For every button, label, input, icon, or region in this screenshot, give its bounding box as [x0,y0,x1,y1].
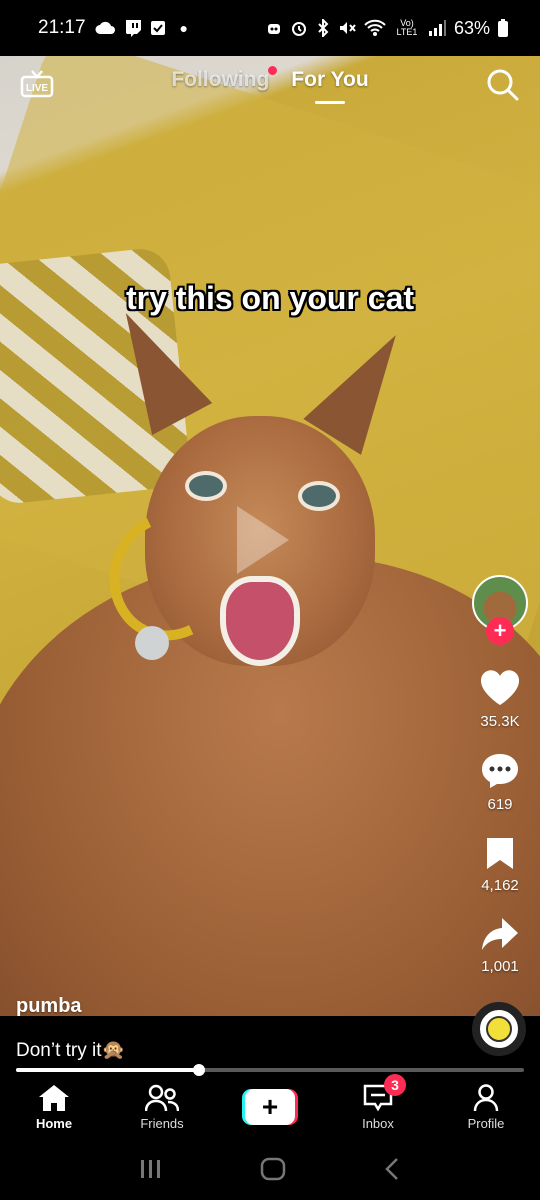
mute-icon [339,22,356,34]
bookmark-button[interactable]: 4,162 [481,835,519,894]
nav-inbox-label: Inbox [362,1115,394,1131]
profile-icon [473,1083,499,1111]
bookmark-icon [486,838,513,869]
create-button[interactable]: + [242,1089,298,1125]
nav-friends[interactable]: Friends [108,1076,216,1138]
home-icon [39,1084,69,1111]
progress-fill [16,1068,199,1072]
wifi-icon [364,19,386,36]
top-nav: LIVE Following For You [0,56,540,116]
signal-icon [428,20,446,36]
nav-profile-label: Profile [467,1115,505,1131]
friends-icon [145,1084,179,1111]
feed-tabs: Following For You [0,66,540,104]
follow-button[interactable]: + [486,617,514,645]
inbox-badge: 3 [384,1074,406,1096]
nav-friends-label: Friends [140,1115,184,1131]
active-tab-indicator [314,101,345,104]
nav-home-label: Home [35,1115,73,1131]
comment-icon [482,754,518,788]
alarm-icon [291,22,306,36]
recent-apps-icon[interactable] [139,1158,163,1180]
bookmark-count: 4,162 [481,877,519,894]
video-player[interactable] [0,56,540,1016]
robot-icon [267,24,280,34]
collar-tag [135,626,169,660]
plus-icon: + [245,1089,295,1125]
tab-for-you[interactable]: For You [291,68,369,104]
play-icon[interactable] [237,506,289,574]
cat-mouth [220,576,300,666]
cat-eye [298,481,340,511]
search-icon[interactable] [486,68,520,102]
action-rail: + 35.3K 619 4,162 1,001 [470,575,530,975]
volte-icon: Vo) LTE1 [396,18,418,37]
bottom-nav: Home Friends + 3 Inbox Profile [0,1074,540,1138]
twitch-icon [125,20,141,37]
status-bar: 21:17 ● Vo) LTE1 63% [0,0,540,56]
battery-level: 63% [453,17,490,38]
share-button[interactable]: 1,001 [480,916,520,975]
cat-eye [185,471,227,501]
sound-disc-icon[interactable] [472,1002,526,1056]
tab-following[interactable]: Following [171,66,278,92]
notification-dot [268,66,278,75]
share-icon [482,918,518,950]
home-system-icon[interactable] [260,1157,286,1181]
bluetooth-icon [318,19,329,37]
dot-icon: ● [179,20,189,36]
clock: 21:17 [38,17,86,38]
progress-handle[interactable] [192,1064,205,1076]
cloud-icon [95,21,115,34]
like-count: 35.3K [480,713,520,730]
video-progress-bar[interactable] [16,1064,524,1076]
comment-count: 619 [487,796,513,813]
video-overlay-text: try this on your cat [125,280,415,316]
back-icon[interactable] [383,1157,401,1181]
like-button[interactable]: 35.3K [479,669,521,730]
creator-username[interactable]: pumba [16,995,82,1018]
heart-icon [480,670,520,705]
share-count: 1,001 [481,958,519,975]
system-nav-bar [0,1138,540,1200]
battery-icon [498,19,508,37]
comment-button[interactable]: 619 [480,752,520,813]
nav-home[interactable]: Home [0,1076,108,1138]
nav-inbox[interactable]: 3 Inbox [324,1074,432,1138]
post-description: Don’t try it🙊 [16,1040,126,1061]
checkbox-icon [150,21,165,35]
nav-create[interactable]: + [216,1076,324,1138]
nav-profile[interactable]: Profile [432,1076,540,1138]
